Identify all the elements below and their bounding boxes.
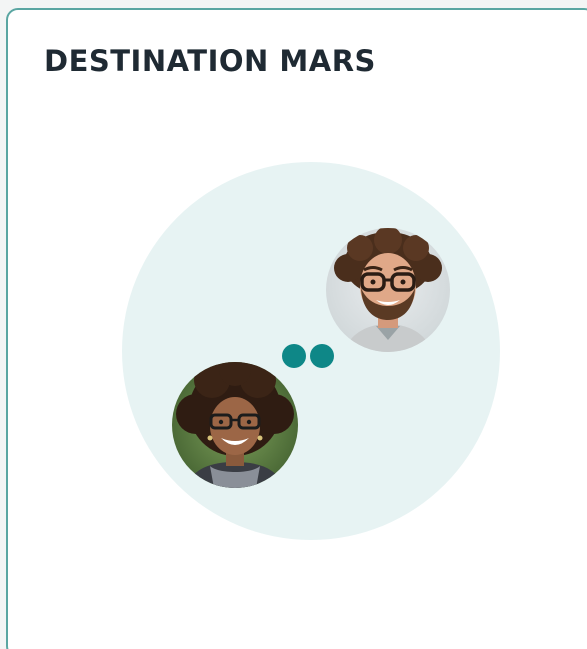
typing-dots-icon (282, 344, 338, 370)
man-avatar-image (326, 228, 450, 352)
destination-card: DESTINATION MARS (6, 8, 587, 649)
card-title: DESTINATION MARS (44, 44, 376, 78)
woman-avatar-icon (172, 362, 298, 488)
indicator-dot (282, 344, 306, 368)
indicator-dot (310, 344, 334, 368)
man-avatar-icon (326, 228, 450, 352)
woman-avatar-image (172, 362, 298, 488)
